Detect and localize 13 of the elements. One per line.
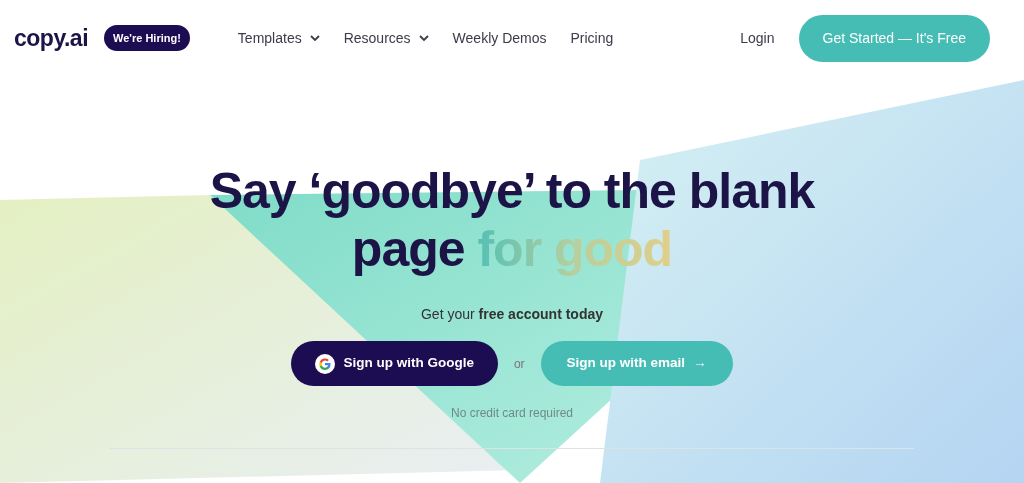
login-link[interactable]: Login (740, 27, 775, 49)
headline: Say ‘goodbye’ to the blank page for good (208, 162, 816, 278)
nav-link[interactable]: Weekly Demos (452, 27, 547, 49)
nav-link[interactable]: Pricing (570, 27, 614, 49)
nav-link[interactable]: Resources (343, 27, 429, 49)
google-icon (315, 353, 336, 374)
subtitle: Get your free account today (419, 305, 605, 324)
logo[interactable]: copy.ai (14, 20, 89, 56)
nav-link[interactable]: Templates (237, 27, 320, 49)
or-text: or (513, 355, 525, 373)
hiring-badge[interactable]: We're Hiring! (104, 24, 190, 52)
note: No credit card required (449, 405, 575, 422)
google-signup-button[interactable]: Sign up with Google (291, 341, 498, 386)
